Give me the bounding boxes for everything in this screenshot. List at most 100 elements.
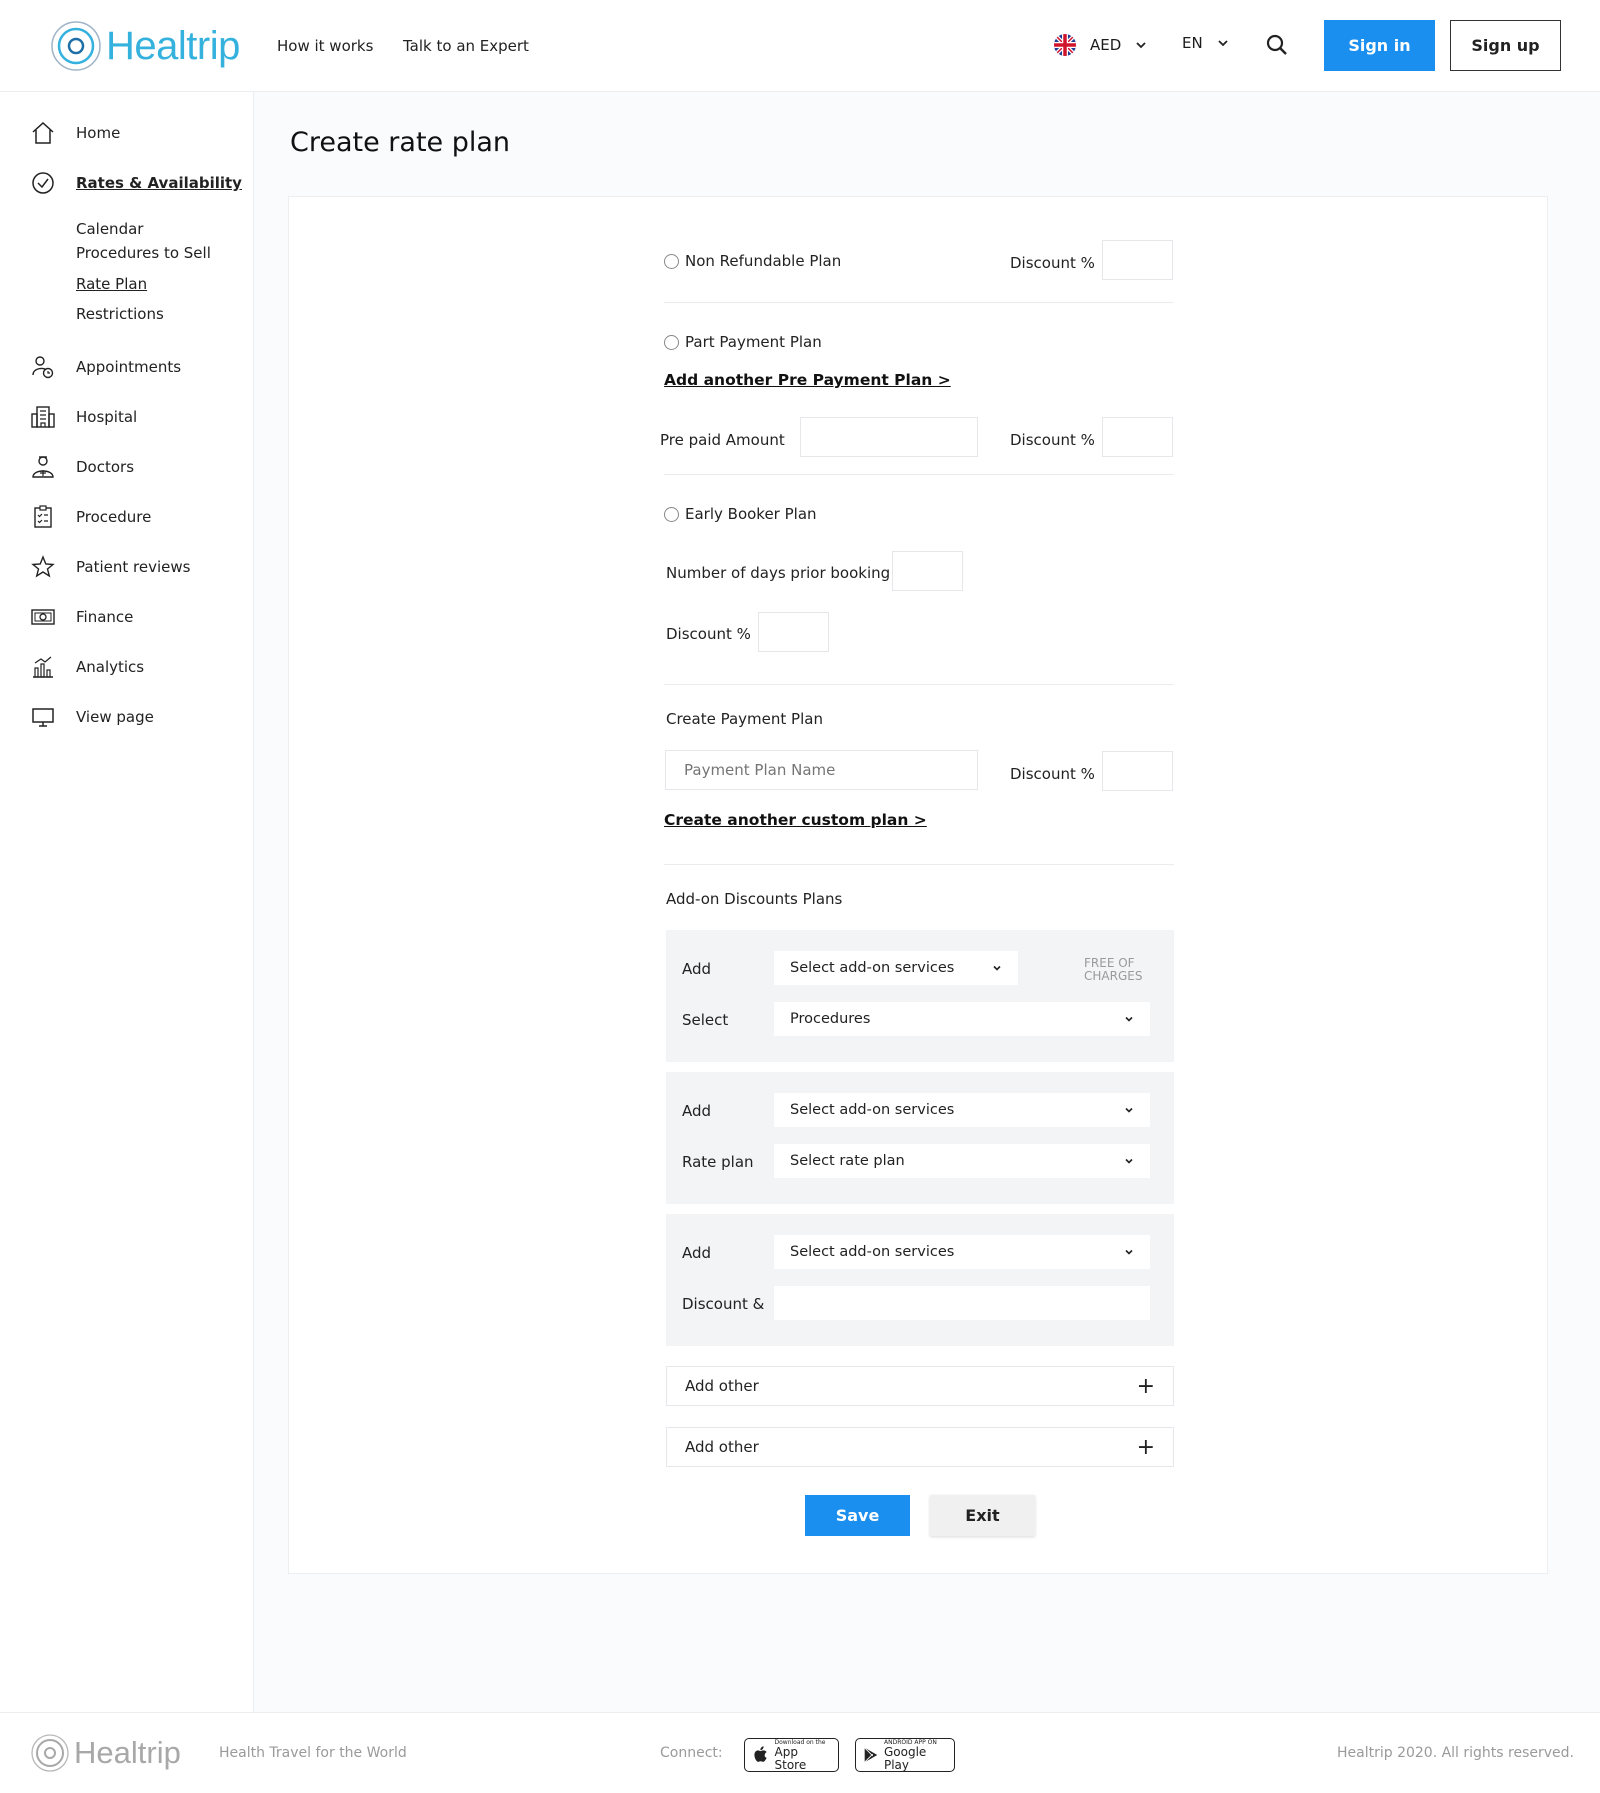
sidebar-item-label: Appointments xyxy=(76,358,182,376)
days-prior-input[interactable] xyxy=(892,551,963,591)
addon-add-label: Add xyxy=(682,960,712,978)
currency-selector[interactable]: AED xyxy=(1054,34,1147,56)
sidebar-item-patient-reviews[interactable]: Patient reviews xyxy=(30,554,190,580)
payment-plan-discount-input[interactable] xyxy=(1102,751,1173,791)
star-icon xyxy=(31,555,55,578)
page-title: Create rate plan xyxy=(290,127,511,158)
exit-button[interactable]: Exit xyxy=(930,1495,1035,1536)
radio-icon xyxy=(664,334,679,350)
chevron-down-icon xyxy=(1136,42,1146,49)
footer-logo[interactable]: Healtrip xyxy=(30,1733,181,1773)
uk-flag-icon xyxy=(1054,34,1076,56)
language-value: EN xyxy=(1182,34,1203,52)
early-booker-discount-input[interactable] xyxy=(758,612,829,652)
discount-label: Discount % xyxy=(666,625,751,643)
radio-icon xyxy=(664,506,679,522)
apple-icon xyxy=(754,1746,767,1762)
sidebar-subitem-restrictions[interactable]: Restrictions xyxy=(76,305,164,323)
top-header: Healtrip How it works Talk to an Expert … xyxy=(0,0,1600,92)
app-store-text: App Store xyxy=(774,1744,807,1772)
nav-talk-to-expert[interactable]: Talk to an Expert xyxy=(403,37,529,55)
sidebar-item-label: Finance xyxy=(76,608,134,626)
logo[interactable]: Healtrip xyxy=(50,20,240,72)
addon-services-select[interactable]: Select add-on services xyxy=(774,1235,1150,1269)
footer-copyright: Healtrip 2020. All rights reserved. xyxy=(1336,1745,1574,1761)
sidebar-item-label: Analytics xyxy=(76,658,145,676)
addon-add-label: Add xyxy=(682,1244,712,1262)
sidebar-item-appointments[interactable]: Appointments xyxy=(30,354,181,380)
addon-block-free: Add Select add-on services FREE OF CHARG… xyxy=(666,930,1174,1062)
create-custom-plan-link[interactable]: Create another custom plan > xyxy=(664,811,927,829)
part-payment-radio[interactable]: Part Payment Plan xyxy=(664,333,822,351)
radio-icon xyxy=(664,253,679,269)
sidebar-item-finance[interactable]: Finance xyxy=(30,604,133,630)
search-icon[interactable] xyxy=(1265,33,1289,57)
sidebar-item-procedure[interactable]: Procedure xyxy=(30,504,151,530)
sidebar-item-label: View page xyxy=(76,708,154,726)
add-pre-payment-plan-link[interactable]: Add another Pre Payment Plan > xyxy=(664,371,951,389)
select-value: Select add-on services xyxy=(790,960,955,976)
addon-title: Add-on Discounts Plans xyxy=(666,890,843,908)
discount-label: Discount % xyxy=(1010,765,1095,783)
divider xyxy=(664,474,1174,475)
sidebar-subitem-calendar[interactable]: Calendar xyxy=(76,220,143,238)
sign-in-button[interactable]: Sign in xyxy=(1324,20,1435,71)
rate-plan-select[interactable]: Select rate plan xyxy=(774,1144,1150,1178)
procedures-select[interactable]: Procedures xyxy=(774,1002,1150,1036)
home-icon xyxy=(32,121,54,144)
sign-up-button[interactable]: Sign up xyxy=(1450,20,1561,71)
early-booker-label: Early Booker Plan xyxy=(685,505,817,523)
plus-icon[interactable]: + xyxy=(1137,1435,1155,1460)
user-clock-icon xyxy=(32,356,54,379)
nav-how-it-works[interactable]: How it works xyxy=(277,37,373,55)
addon-discount-input[interactable] xyxy=(774,1286,1150,1320)
money-icon xyxy=(31,609,55,625)
sidebar-item-view-page[interactable]: View page xyxy=(30,704,154,730)
addon-rate-plan-label: Rate plan xyxy=(682,1153,754,1171)
part-payment-discount-input[interactable] xyxy=(1102,417,1173,457)
save-button[interactable]: Save xyxy=(805,1495,910,1536)
select-value: Select rate plan xyxy=(790,1153,905,1169)
addon-add-label: Add xyxy=(682,1102,712,1120)
sidebar-item-label: Hospital xyxy=(76,408,138,426)
early-booker-radio[interactable]: Early Booker Plan xyxy=(664,505,817,523)
non-refundable-label: Non Refundable Plan xyxy=(685,252,842,270)
building-icon xyxy=(31,406,55,428)
addon-services-select[interactable]: Select add-on services xyxy=(774,1093,1150,1127)
sidebar: Home Rates & Availability Calendar Proce… xyxy=(0,92,254,1712)
discount-label: Discount % xyxy=(1010,254,1095,272)
footer-tagline: Health Travel for the World xyxy=(219,1745,407,1761)
sidebar-item-hospital[interactable]: Hospital xyxy=(30,404,137,430)
app-store-badge[interactable]: Download on the App Store xyxy=(744,1738,839,1772)
free-of-charges-label: FREE OF CHARGES xyxy=(1084,956,1143,983)
plus-icon[interactable]: + xyxy=(1137,1374,1155,1399)
discount-label: Discount % xyxy=(1010,431,1095,449)
sidebar-item-doctors[interactable]: Doctors xyxy=(30,454,134,480)
add-other-row[interactable]: Add other + xyxy=(666,1427,1174,1467)
chart-icon xyxy=(33,656,53,678)
language-selector[interactable]: EN xyxy=(1182,34,1229,52)
addon-block-rate-plan: Add Select add-on services Rate plan Sel… xyxy=(666,1072,1174,1204)
sidebar-item-analytics[interactable]: Analytics xyxy=(30,654,144,680)
sidebar-item-label: Home xyxy=(76,124,121,142)
chevron-down-icon xyxy=(993,965,1001,971)
divider xyxy=(664,302,1174,303)
pre-paid-amount-input[interactable] xyxy=(800,417,978,457)
google-play-badge[interactable]: ANDROID APP ON Google Play xyxy=(855,1738,955,1772)
sidebar-subitem-procedures-to-sell[interactable]: Procedures to Sell xyxy=(76,244,211,262)
payment-plan-name-input[interactable] xyxy=(665,750,978,790)
divider xyxy=(664,684,1174,685)
sidebar-item-rates-availability[interactable]: Rates & Availability xyxy=(30,170,242,196)
clipboard-icon xyxy=(34,505,52,528)
addon-services-select[interactable]: Select add-on services xyxy=(774,951,1018,985)
non-refundable-discount-input[interactable] xyxy=(1102,240,1173,280)
add-other-row[interactable]: Add other + xyxy=(666,1366,1174,1406)
sidebar-item-home[interactable]: Home xyxy=(30,120,120,146)
sidebar-subitem-rate-plan[interactable]: Rate Plan xyxy=(76,275,147,293)
days-prior-label: Number of days prior booking xyxy=(666,564,891,582)
create-payment-plan-label: Create Payment Plan xyxy=(666,710,823,728)
check-circle-icon xyxy=(32,172,54,194)
sidebar-item-label: Rates & Availability xyxy=(76,174,242,192)
monitor-icon xyxy=(32,708,54,727)
non-refundable-radio[interactable]: Non Refundable Plan xyxy=(664,252,841,270)
